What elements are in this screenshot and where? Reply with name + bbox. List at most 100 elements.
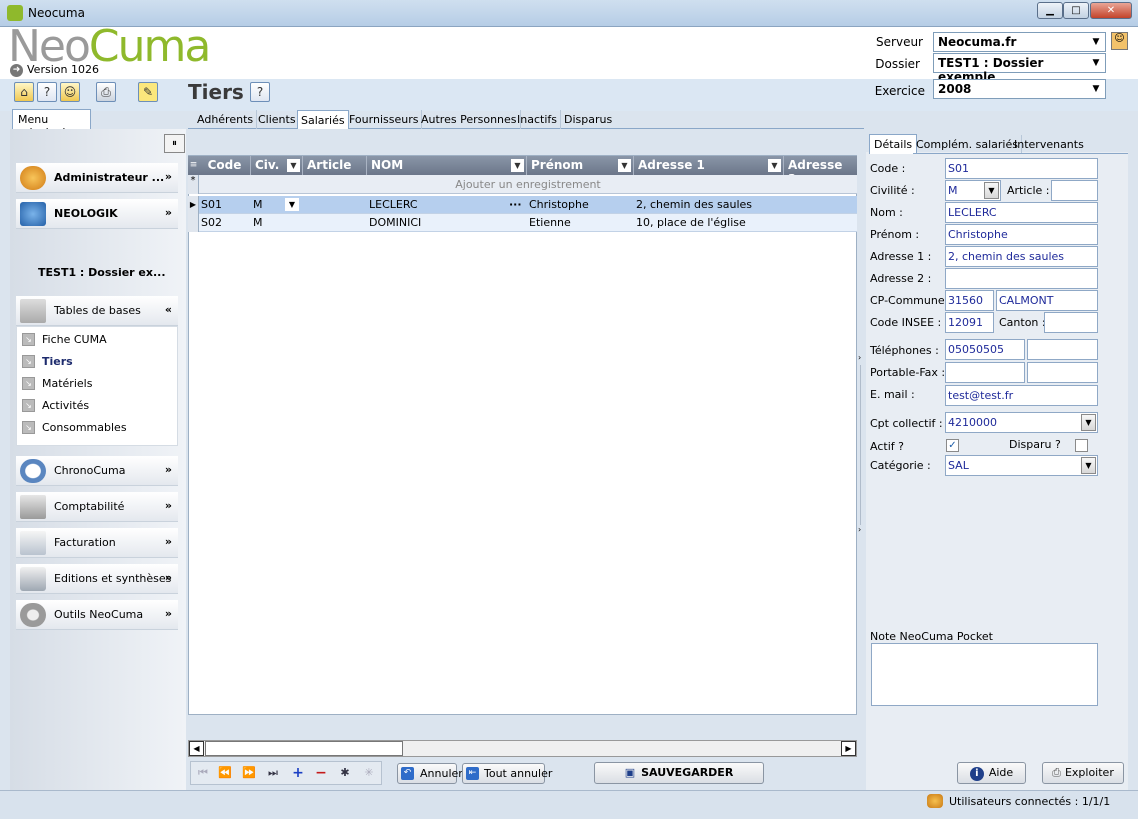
chevron-down-icon[interactable]: ▼ bbox=[511, 159, 524, 172]
splitter-expand-icon[interactable]: › bbox=[858, 525, 864, 534]
collapse-sidebar-icon[interactable]: ⏸ bbox=[164, 134, 185, 153]
page-help-icon[interactable]: ? bbox=[250, 82, 270, 102]
scroll-right-icon[interactable]: ▶ bbox=[841, 741, 856, 756]
cell-nom: DOMINICI bbox=[369, 216, 422, 229]
logo-cuma: Cuma bbox=[88, 21, 211, 72]
close-button[interactable]: ✕ bbox=[1090, 2, 1132, 19]
table-row[interactable]: S01 M ▼ LECLERC ··· Christophe 2, chemin… bbox=[199, 196, 857, 214]
code-insee-field[interactable]: 12091 bbox=[945, 312, 994, 333]
portable-field[interactable] bbox=[945, 362, 1025, 383]
tab-intervenants[interactable]: Intervenants bbox=[1011, 135, 1087, 154]
tab-salaries[interactable]: Salariés bbox=[297, 110, 349, 129]
sidebar-section-neologik[interactable]: NEOLOGIK » bbox=[16, 199, 178, 229]
minimize-button[interactable]: ▁ bbox=[1037, 2, 1063, 19]
add-record-row[interactable]: Ajouter un enregistrement bbox=[199, 175, 857, 194]
aide-label: Aide bbox=[988, 766, 1014, 779]
prenom-field[interactable]: Christophe bbox=[945, 224, 1098, 245]
canton-field[interactable] bbox=[1044, 312, 1098, 333]
sidebar-section-facturation[interactable]: Facturation » bbox=[16, 528, 178, 558]
scroll-thumb[interactable] bbox=[205, 741, 403, 756]
help-icon[interactable]: ? bbox=[37, 82, 57, 102]
home-icon[interactable]: ⌂ bbox=[14, 82, 34, 102]
telephone1-field[interactable]: 05050505 bbox=[945, 339, 1025, 360]
table-row[interactable]: S02 M DOMINICI Etienne 10, place de l'ég… bbox=[199, 214, 857, 232]
user-icon bbox=[20, 166, 46, 190]
note-icon[interactable]: ✎ bbox=[138, 82, 158, 102]
tab-inactifs[interactable]: Inactifs bbox=[514, 110, 561, 129]
tab-details[interactable]: Détails bbox=[869, 134, 918, 154]
exercice-select[interactable]: 2008 ▼ bbox=[933, 79, 1106, 99]
sidebar-section-editions[interactable]: Editions et synthèses» bbox=[16, 564, 178, 594]
col-civ[interactable]: Civ. ▼ bbox=[251, 156, 303, 175]
tab-disparus[interactable]: Disparus bbox=[561, 110, 615, 129]
tab-autres-personnes[interactable]: Autres Personnes bbox=[418, 110, 521, 129]
tab-adherents[interactable]: Adhérents bbox=[194, 110, 258, 129]
app-icon bbox=[7, 5, 23, 21]
annuler-button[interactable]: ↶ Annuler bbox=[397, 763, 463, 784]
chevron-down-icon[interactable]: ▼ bbox=[287, 159, 300, 172]
col-adresse2[interactable]: Adresse 2 bbox=[784, 156, 857, 186]
tab-menu-principal[interactable]: Menu principal bbox=[12, 109, 91, 139]
print-icon[interactable]: ⎙ bbox=[96, 82, 116, 102]
new-record-icon[interactable]: ✱ bbox=[334, 764, 356, 782]
version-icon: ➜ bbox=[10, 64, 23, 77]
chevron-down-icon[interactable]: ▼ bbox=[285, 198, 299, 211]
disparu-checkbox[interactable] bbox=[1075, 439, 1088, 452]
col-prenom[interactable]: Prénom ▼ bbox=[527, 156, 634, 175]
splitter-line bbox=[860, 365, 861, 525]
previous-record-icon[interactable]: ⏪ bbox=[214, 764, 236, 782]
nom-field[interactable]: LECLERC bbox=[945, 202, 1098, 223]
aide-button[interactable]: i Aide bbox=[957, 762, 1026, 784]
col-adresse1[interactable]: Adresse 1 ▼ bbox=[634, 156, 784, 175]
tab-fournisseurs[interactable]: Fournisseurs bbox=[346, 110, 423, 129]
maximize-button[interactable]: □ bbox=[1063, 2, 1089, 19]
exploiter-button[interactable]: ⎙ Exploiter bbox=[1042, 762, 1124, 784]
serveur-select[interactable]: Neocuma.fr ▼ bbox=[933, 32, 1106, 52]
article-field[interactable] bbox=[1051, 180, 1098, 201]
sidebar-section-tables[interactable]: Tables de bases « bbox=[16, 296, 178, 326]
last-record-icon[interactable]: ⏭ bbox=[262, 764, 284, 782]
civilite-select[interactable]: M ▼ bbox=[945, 180, 1001, 201]
categorie-select[interactable]: SAL ▼ bbox=[945, 455, 1098, 476]
chevron-down-icon: » bbox=[164, 170, 172, 183]
chevron-down-icon[interactable]: ▼ bbox=[768, 159, 781, 172]
actif-checkbox[interactable]: ✓ bbox=[946, 439, 959, 452]
commune-field[interactable]: CALMONT bbox=[996, 290, 1098, 311]
delete-record-icon[interactable]: − bbox=[310, 764, 332, 782]
sidebar-section-administrateur[interactable]: Administrateur ...» bbox=[16, 163, 178, 193]
adresse1-field[interactable]: 2, chemin des saules bbox=[945, 246, 1098, 267]
grid-menu-icon[interactable]: ≡ bbox=[188, 156, 199, 175]
email-field[interactable]: test@test.fr bbox=[945, 385, 1098, 406]
telephone2-field[interactable] bbox=[1027, 339, 1098, 360]
tab-complem-salaries[interactable]: Complém. salariés bbox=[913, 135, 1022, 154]
sidebar-section-comptabilite[interactable]: Comptabilité » bbox=[16, 492, 178, 522]
col-code[interactable]: Code bbox=[199, 156, 251, 175]
col-nom[interactable]: NOM ▼ bbox=[367, 156, 527, 175]
refresh-icon[interactable]: ✳ bbox=[358, 764, 380, 782]
dossier-select[interactable]: TEST1 : Dossier exemple ▼ bbox=[933, 53, 1106, 84]
note-field[interactable] bbox=[871, 643, 1098, 706]
code-field[interactable]: S01 bbox=[945, 158, 1098, 179]
detail-tabs-line bbox=[913, 153, 1128, 154]
cp-field[interactable]: 31560 bbox=[945, 290, 994, 311]
add-record-icon[interactable]: + bbox=[287, 764, 309, 782]
tout-annuler-button[interactable]: ⇤ Tout annuler bbox=[462, 763, 552, 784]
scroll-left-icon[interactable]: ◀ bbox=[189, 741, 204, 756]
user-search-icon[interactable]: ☺ bbox=[60, 82, 80, 102]
ellipsis-icon[interactable]: ··· bbox=[509, 198, 522, 211]
sidebar-section-chronocuma[interactable]: ChronoCuma » bbox=[16, 456, 178, 486]
first-record-icon[interactable]: ⏮ bbox=[192, 764, 214, 782]
code-label: Code : bbox=[870, 162, 906, 175]
adresse2-field[interactable] bbox=[945, 268, 1098, 289]
sidebar-section-outils[interactable]: Outils NeoCuma » bbox=[16, 600, 178, 630]
tab-clients[interactable]: Clients bbox=[255, 110, 300, 129]
sauvegarder-button[interactable]: ▣ SAUVEGARDER bbox=[594, 762, 764, 784]
cpt-collectif-select[interactable]: 4210000 ▼ bbox=[945, 412, 1098, 433]
col-article[interactable]: Article bbox=[303, 156, 367, 175]
splitter-expand-icon[interactable]: › bbox=[858, 353, 864, 362]
next-record-icon[interactable]: ⏩ bbox=[238, 764, 260, 782]
chevron-down-icon[interactable]: ▼ bbox=[618, 159, 631, 172]
fax-field[interactable] bbox=[1027, 362, 1098, 383]
user-icon[interactable]: ☺ bbox=[1111, 32, 1128, 50]
nom-label: Nom : bbox=[870, 206, 903, 219]
